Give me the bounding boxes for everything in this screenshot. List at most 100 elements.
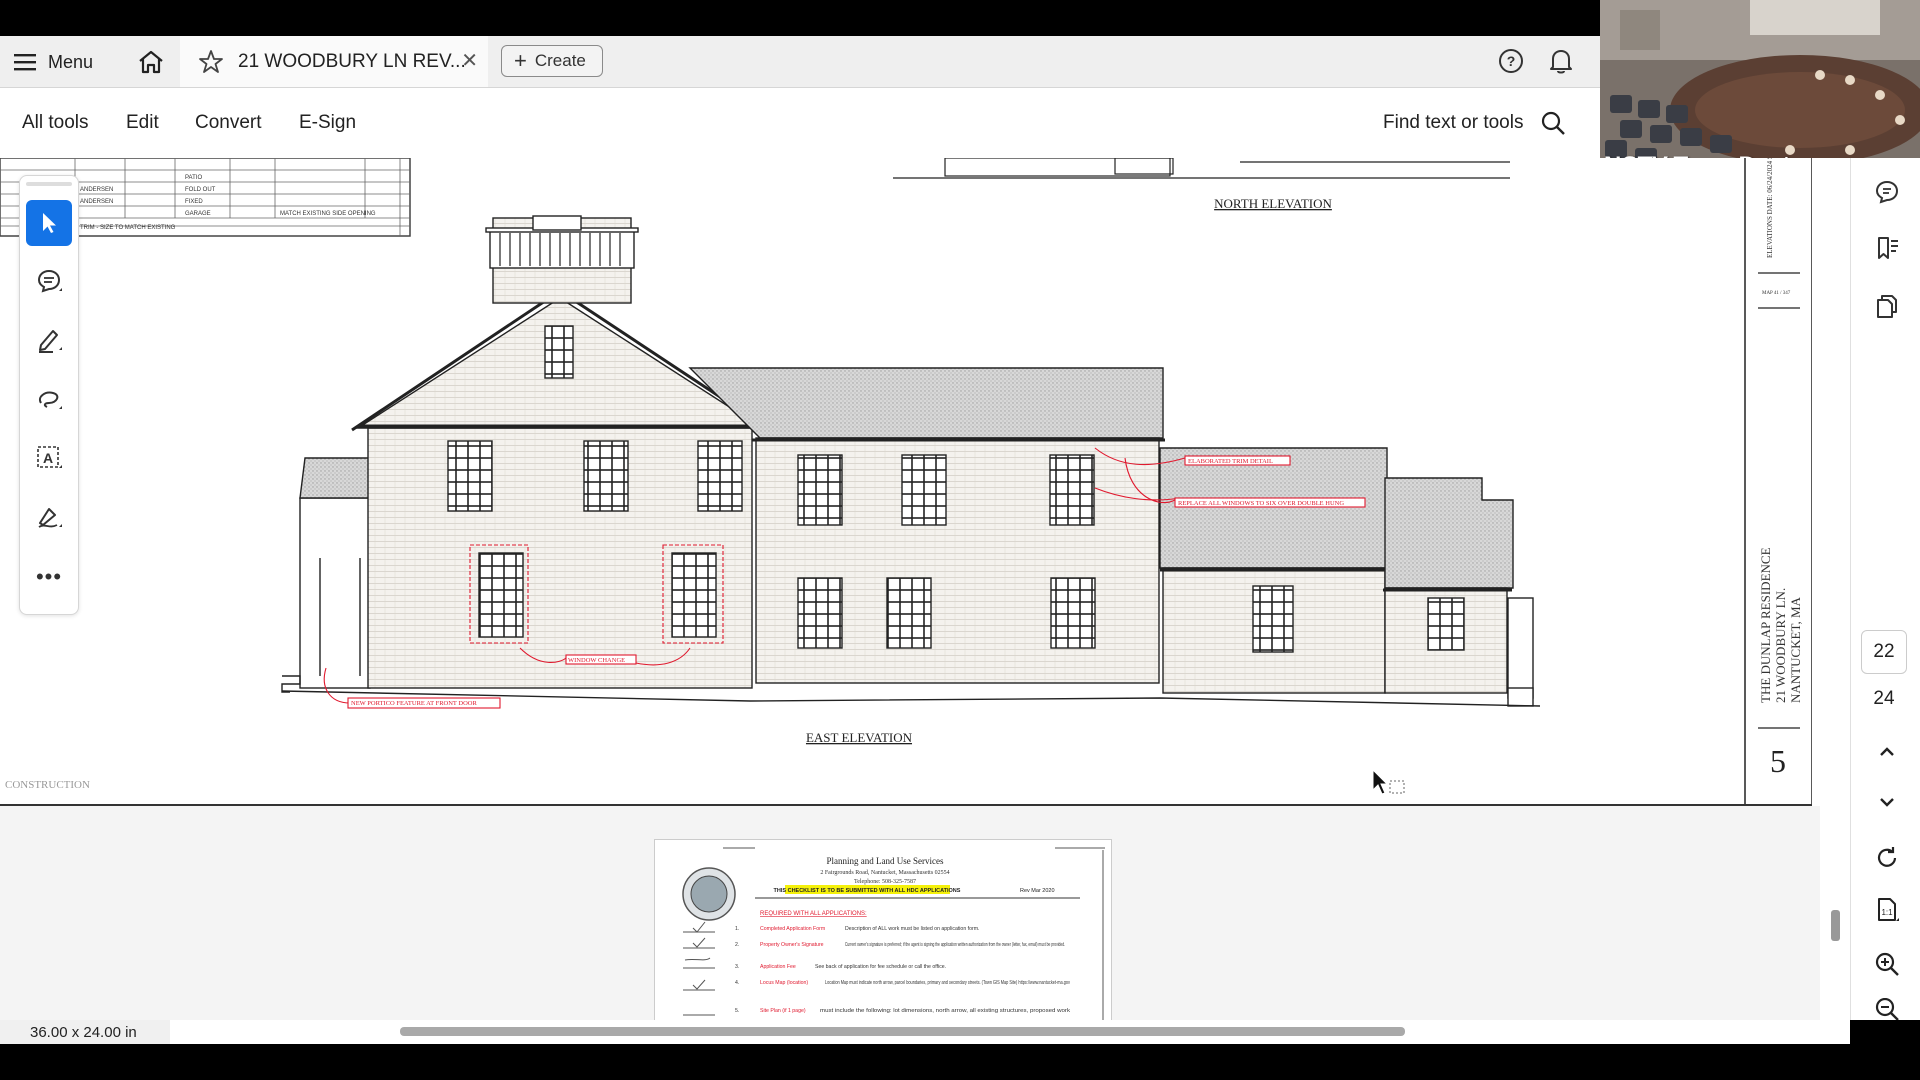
- current-page-input[interactable]: 22: [1861, 630, 1907, 674]
- help-button[interactable]: ?: [1498, 48, 1524, 79]
- edit-menu[interactable]: Edit: [126, 112, 159, 134]
- home-button[interactable]: [134, 45, 168, 79]
- hamburger-icon: [14, 54, 36, 71]
- svg-text:A: A: [43, 450, 53, 466]
- checklist-item-title: Site Plan (if 1 page): [760, 1008, 806, 1014]
- east-elevation-drawing: ANDERSEN PATIO FOLD OUT ANDERSEN FIXED GARAGE…: [0, 100, 1813, 804]
- trim-annotation: ELABORATED TRIM DETAIL: [1188, 458, 1273, 465]
- svg-text:FIXED: FIXED: [185, 199, 203, 205]
- right-sidebar: 22 24 1:1: [1850, 158, 1920, 1020]
- notifications-button[interactable]: [1548, 47, 1574, 80]
- document-viewport[interactable]: ANDERSEN PATIO FOLD OUT ANDERSEN FIXED GARAGE…: [0, 100, 1850, 1021]
- checklist-item-text: Description of ALL work must be listed o…: [845, 926, 979, 932]
- horizontal-scrollbar-thumb[interactable]: [400, 1027, 1405, 1036]
- pages-panel-button[interactable]: [1869, 288, 1905, 324]
- highlight-tool-button[interactable]: [26, 317, 72, 363]
- rotate-icon: [1877, 847, 1897, 867]
- checklist-item-num: 1.: [735, 926, 739, 932]
- menu-button[interactable]: Menu: [14, 46, 93, 78]
- checklist-item-num: 4.: [735, 980, 739, 986]
- svg-text:GARAGE: GARAGE: [185, 211, 211, 217]
- page2-required-label: REQUIRED WITH ALL APPLICATIONS:: [760, 911, 867, 917]
- checklist-item-text: Location Map must indicate north arrow, …: [825, 980, 1070, 986]
- svg-text:ANDERSEN: ANDERSEN: [80, 187, 113, 193]
- window-change-annotation: WINDOW CHANGE: [568, 657, 625, 664]
- project-address: 21 WOODBURY LN.: [1773, 588, 1788, 703]
- page-fit-button[interactable]: 1:1: [1869, 892, 1905, 928]
- east-elevation-label: EAST ELEVATION: [806, 730, 913, 745]
- more-tools-button[interactable]: •••: [26, 554, 72, 600]
- zoom-in-icon: [1875, 952, 1899, 976]
- draw-tool-button[interactable]: [26, 376, 72, 422]
- svg-text:ANDERSEN: ANDERSEN: [80, 199, 113, 205]
- app-top-bar: Menu 21 WOODBURY LN REV... ✕ + Create ?: [0, 36, 1600, 88]
- pen-icon: [39, 330, 62, 353]
- page-fit-icon: 1:1: [1878, 898, 1899, 921]
- checklist-item-num: 3.: [735, 964, 739, 970]
- copy-pages-icon: [1877, 295, 1897, 318]
- chevron-up-icon: [1880, 747, 1894, 756]
- create-button[interactable]: + Create: [501, 45, 603, 77]
- cursor-arrow-icon: [43, 213, 56, 233]
- bell-icon: [1550, 50, 1572, 74]
- page2-address: 2 Fairgrounds Road, Nantucket, Massachus…: [820, 870, 949, 876]
- star-icon[interactable]: [198, 49, 224, 75]
- next-page-button[interactable]: [1869, 784, 1905, 820]
- sign-tool-button[interactable]: [26, 494, 72, 540]
- checklist-item-title: Property Owner's Signature: [760, 942, 824, 948]
- comments-panel-button[interactable]: [1869, 174, 1905, 210]
- svg-text:?: ?: [1507, 53, 1516, 69]
- page2-highlight: THIS CHECKLIST IS TO BE SUBMITTED WITH A…: [774, 888, 961, 894]
- sheet-number: 5: [1770, 743, 1786, 779]
- rotate-button[interactable]: [1869, 840, 1905, 876]
- help-icon: ?: [1499, 49, 1523, 73]
- checkmarks: [683, 921, 715, 1016]
- checklist-item-text: Current owner's signature is preferred; …: [845, 942, 1065, 948]
- drawing-page: ANDERSEN PATIO FOLD OUT ANDERSEN FIXED GARAGE…: [0, 100, 1813, 806]
- page2-revision: Rev Mar 2020: [1020, 888, 1055, 894]
- zoom-out-icon: [1875, 998, 1899, 1020]
- freehand-draw-icon: [39, 391, 62, 409]
- total-pages: 24: [1873, 688, 1895, 709]
- checklist-item-num: 2.: [735, 942, 739, 948]
- checklist-item-title: Completed Application Form: [760, 926, 825, 932]
- svg-text:MATCH EXISTING SIDE OPENING: MATCH EXISTING SIDE OPENING: [280, 211, 376, 217]
- text-tool-button[interactable]: A: [26, 435, 72, 481]
- close-tab-icon[interactable]: ✕: [461, 50, 478, 72]
- previous-page-button[interactable]: [1869, 734, 1905, 770]
- palette-handle[interactable]: [26, 182, 72, 186]
- svg-text:FOLD OUT: FOLD OUT: [185, 187, 216, 193]
- find-button[interactable]: [1540, 110, 1566, 141]
- zoom-in-button[interactable]: [1869, 946, 1905, 982]
- document-tab[interactable]: 21 WOODBURY LN REV... ✕: [180, 36, 488, 87]
- checklist-item-text: See back of application for fee schedule…: [815, 964, 946, 970]
- portico-annotation: NEW PORTICO FEATURE AT FRONT DOOR: [351, 700, 477, 707]
- find-text-or-tools[interactable]: Find text or tools: [1383, 112, 1523, 134]
- zoom-out-button[interactable]: [1869, 998, 1905, 1020]
- select-tool-button[interactable]: [26, 200, 72, 246]
- checklist-item-text: must include the following: lot dimensio…: [820, 1008, 1070, 1014]
- plus-icon: +: [514, 48, 527, 73]
- horizontal-scrollbar[interactable]: [170, 1020, 1850, 1044]
- more-dots-icon: •••: [35, 564, 63, 589]
- page-size-label: 36.00 x 24.00 in: [0, 1020, 170, 1044]
- chevron-down-icon: [1880, 798, 1894, 807]
- create-label: Create: [534, 51, 586, 70]
- vertical-scrollbar-thumb[interactable]: [1831, 910, 1840, 941]
- bookmarks-panel-button[interactable]: [1869, 230, 1905, 266]
- page2-heading: Planning and Land Use Services: [827, 856, 944, 866]
- comment-tool-button[interactable]: [26, 258, 72, 304]
- comment-icon: [37, 269, 62, 293]
- convert-menu[interactable]: Convert: [195, 112, 262, 134]
- search-icon: [1541, 111, 1565, 135]
- checklist-item-num: 5.: [735, 1008, 739, 1014]
- north-elevation-fragment: [893, 157, 1510, 179]
- checklist-page: Planning and Land Use Services 2 Fairgro…: [654, 839, 1112, 1021]
- sheet-meta: ELEVATIONS DATE: 06/24/2024 SCALE: 1/4" …: [1766, 158, 1774, 258]
- esign-menu[interactable]: E-Sign: [299, 112, 356, 134]
- all-tools-menu[interactable]: All tools: [22, 112, 89, 134]
- page2-phone: Telephone: 508-325-7587: [854, 879, 916, 885]
- mouse-cursor: [1372, 768, 1405, 795]
- menu-label: Menu: [48, 51, 94, 72]
- svg-text:PATIO: PATIO: [185, 175, 202, 181]
